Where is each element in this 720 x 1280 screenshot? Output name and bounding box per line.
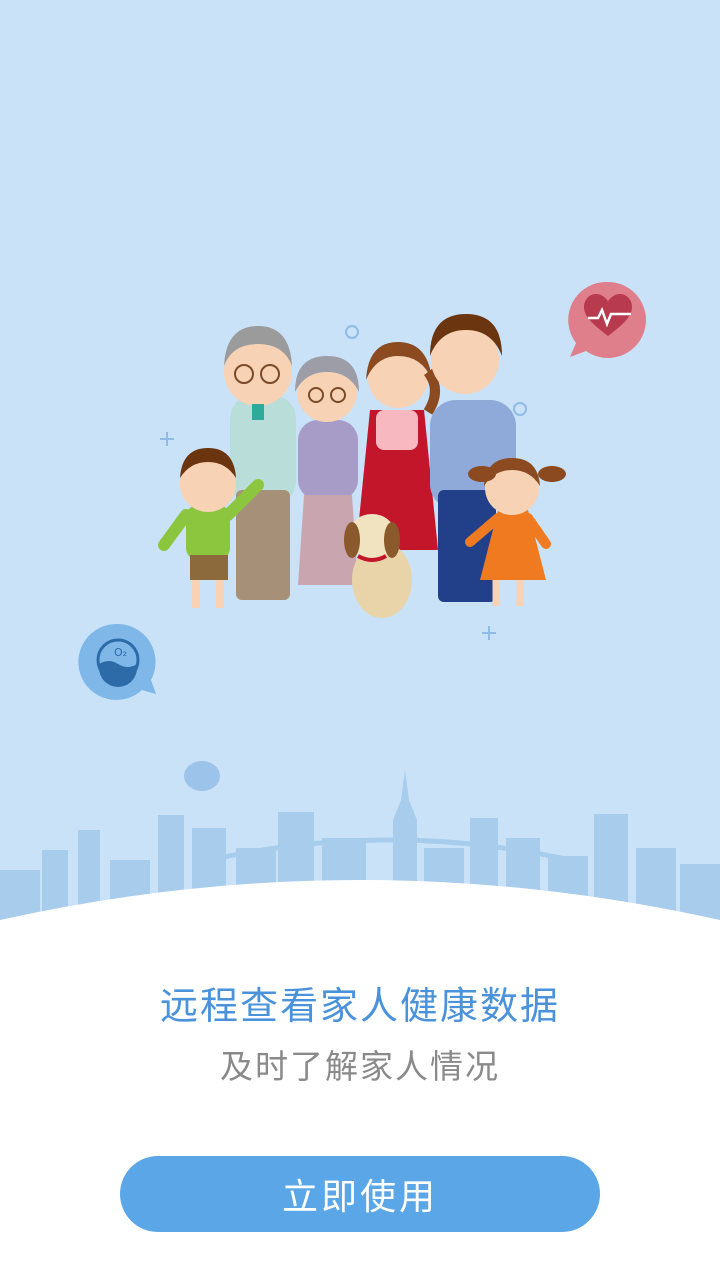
family-illustration xyxy=(158,314,566,618)
oxygen-label: O₂ xyxy=(114,646,127,659)
start-using-button-label: 立即使用 xyxy=(281,1177,438,1218)
hero-illustration: O₂ xyxy=(0,281,720,930)
floating-dot xyxy=(184,761,220,791)
onboarding-screen: O₂ 远程查看家人健康数据 及时了解家人情况 立即使用 xyxy=(0,0,720,1280)
heart-rate-badge xyxy=(568,281,646,358)
start-using-button[interactable]: 立即使用 xyxy=(120,1156,600,1232)
onboarding-headline: 远程查看家人健康数据 xyxy=(159,984,560,1028)
grandpa-figure xyxy=(224,326,296,600)
onboarding-subline: 及时了解家人情况 xyxy=(220,1047,500,1086)
oxygen-badge: O₂ xyxy=(78,623,156,700)
